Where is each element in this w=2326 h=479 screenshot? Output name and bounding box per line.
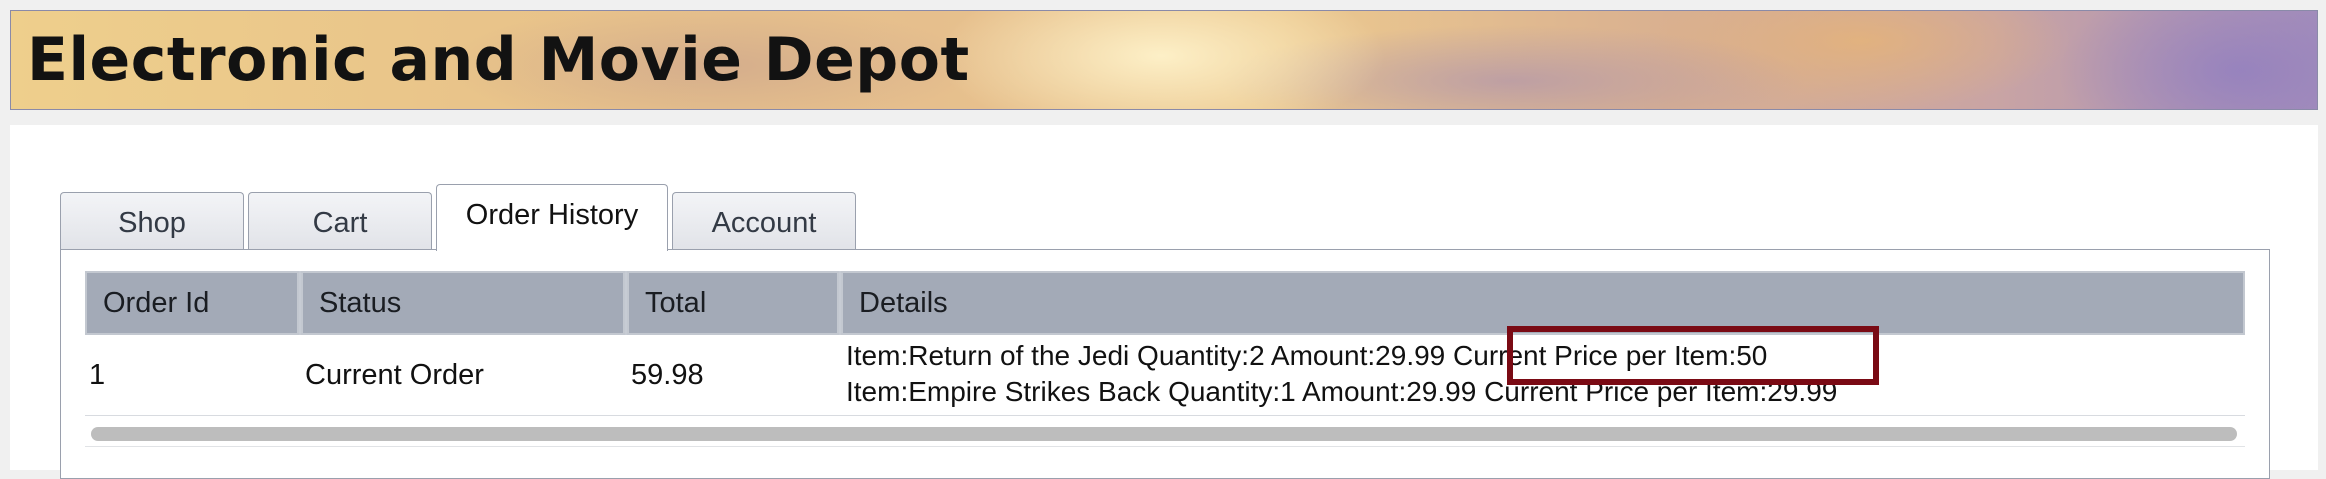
tab-account[interactable]: Account [672, 192, 856, 250]
site-title: Electronic and Movie Depot [27, 25, 970, 95]
column-header-order-id[interactable]: Order Id [85, 271, 299, 335]
column-header-status[interactable]: Status [301, 271, 625, 335]
price-highlight-annotation [1507, 326, 1879, 385]
tab-shop[interactable]: Shop [60, 192, 244, 250]
status-cell: Current Order [305, 359, 484, 391]
detail-item-text: Item:Empire Strikes Back Quantity:1 Amou… [846, 376, 1485, 407]
table-header-row: Order Id Status Total Details [85, 271, 2245, 335]
order-history-panel: Order Id Status Total Details 1 Current … [60, 249, 2270, 479]
total-cell: 59.98 [631, 359, 704, 391]
scrollbar-thumb[interactable] [91, 427, 2237, 441]
detail-item-text: Item:Return of the Jedi Quantity:2 Amoun… [846, 340, 1454, 371]
order-id-cell: 1 [89, 359, 106, 391]
site-banner: Electronic and Movie Depot [10, 10, 2318, 110]
orders-table: Order Id Status Total Details 1 Current … [85, 271, 2245, 447]
main-panel: Shop Cart Order History Account Order Id… [10, 125, 2318, 479]
column-header-total[interactable]: Total [627, 271, 839, 335]
tab-cart[interactable]: Cart [248, 192, 432, 250]
table-row[interactable]: 1 Current Order 59.98 Item:Return of the… [85, 335, 2245, 416]
tab-order-history[interactable]: Order History [436, 184, 668, 251]
horizontal-scrollbar[interactable] [85, 422, 2245, 447]
